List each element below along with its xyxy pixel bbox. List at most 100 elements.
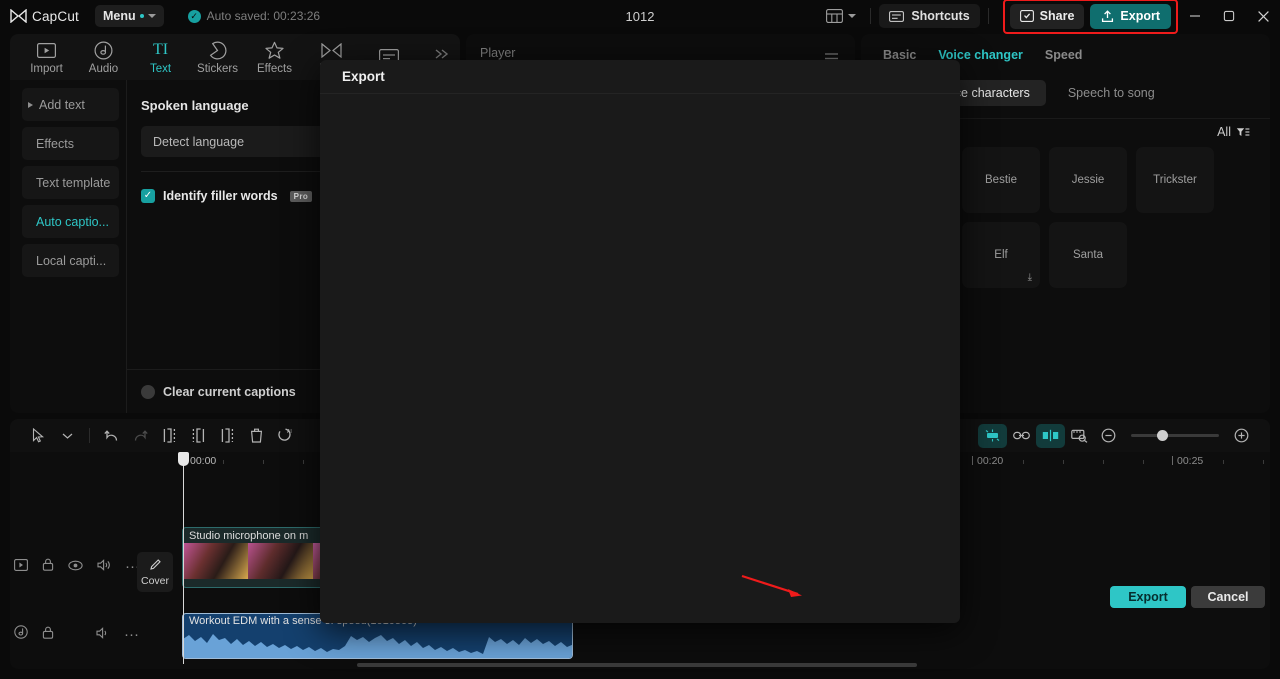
sidebar-item-label: Effects bbox=[36, 136, 74, 151]
tool-tab-label: Text bbox=[149, 62, 172, 75]
shortcuts-button[interactable]: Shortcuts bbox=[879, 4, 980, 28]
undo-icon[interactable] bbox=[97, 424, 126, 448]
volume-icon[interactable] bbox=[97, 558, 111, 576]
zoom-slider[interactable] bbox=[1131, 430, 1219, 441]
voice-card[interactable]: Santa bbox=[1049, 222, 1127, 288]
share-label: Share bbox=[1039, 9, 1075, 23]
export-label: Export bbox=[1120, 9, 1160, 23]
capcut-logo-icon bbox=[10, 8, 27, 24]
voice-label: Elf bbox=[994, 249, 1008, 261]
split-icon[interactable] bbox=[155, 424, 184, 448]
audio-track-icon[interactable] bbox=[14, 625, 28, 644]
titlebar-right-group: Shortcuts Share Export bbox=[820, 0, 1280, 34]
sidebar-item-local-captions[interactable]: Local capti... bbox=[22, 244, 119, 277]
sidebar-item-text-template[interactable]: Text template bbox=[22, 166, 119, 199]
divider bbox=[89, 428, 90, 443]
divider bbox=[987, 8, 989, 24]
filter-label: All bbox=[1217, 125, 1231, 139]
close-icon bbox=[1257, 10, 1269, 22]
triangle-right-icon bbox=[28, 101, 33, 108]
pro-badge: Pro bbox=[289, 190, 313, 202]
tab-speed[interactable]: Speed bbox=[1045, 48, 1083, 62]
tool-tab-label: Audio bbox=[88, 62, 119, 75]
pencil-icon bbox=[149, 558, 162, 574]
more-icon[interactable]: ··· bbox=[124, 627, 139, 642]
sidebar-item-label: Auto captio... bbox=[36, 214, 109, 229]
voice-card[interactable]: Elf ⤓ bbox=[962, 222, 1040, 288]
subtab-speech-to-song[interactable]: Speech to song bbox=[1052, 80, 1171, 106]
chevron-down-icon[interactable] bbox=[53, 424, 82, 448]
export-confirm-button[interactable]: Export bbox=[1110, 585, 1186, 608]
video-track-controls: ··· bbox=[14, 558, 140, 576]
zoom-slider-handle[interactable] bbox=[1157, 430, 1168, 441]
video-clip-label: Studio microphone on m bbox=[189, 530, 309, 542]
sidebar-item-auto-captions[interactable]: Auto captio... bbox=[22, 205, 119, 238]
lock-icon[interactable] bbox=[42, 626, 54, 644]
lock-icon[interactable] bbox=[42, 558, 54, 576]
timeline-horizontal-scrollbar[interactable] bbox=[357, 663, 917, 667]
redo-icon[interactable] bbox=[126, 424, 155, 448]
zoom-in-icon[interactable] bbox=[1227, 424, 1256, 448]
tool-tab-text[interactable]: TI Text bbox=[132, 40, 189, 75]
tool-tab-stickers[interactable]: Stickers bbox=[189, 40, 246, 75]
maximize-button[interactable] bbox=[1212, 0, 1246, 32]
voice-card[interactable]: Trickster bbox=[1136, 147, 1214, 213]
close-button[interactable] bbox=[1246, 0, 1280, 32]
brand-name: CapCut bbox=[32, 8, 79, 24]
minimize-button[interactable] bbox=[1178, 0, 1212, 32]
volume-icon[interactable] bbox=[96, 626, 110, 644]
tool-tab-import[interactable]: Import bbox=[18, 40, 75, 75]
video-track-icon[interactable] bbox=[14, 558, 28, 576]
zoom-out-icon[interactable] bbox=[1094, 424, 1123, 448]
menu-button[interactable]: Menu bbox=[94, 5, 164, 27]
cover-label: Cover bbox=[140, 574, 169, 587]
playhead-time: 00:00 bbox=[190, 455, 217, 467]
sidebar-item-label: Text template bbox=[36, 175, 111, 190]
effects-icon bbox=[265, 40, 284, 61]
playhead-handle[interactable] bbox=[178, 452, 189, 466]
share-button[interactable]: Share bbox=[1009, 3, 1085, 29]
divider bbox=[870, 8, 872, 24]
eye-icon[interactable] bbox=[68, 558, 83, 576]
voice-card[interactable]: Jessie bbox=[1049, 147, 1127, 213]
audio-track-controls: ··· bbox=[14, 625, 139, 644]
menu-label: Menu bbox=[102, 9, 136, 23]
share-export-highlight: Share Export bbox=[1002, 0, 1178, 34]
ruler-label: 00:20 bbox=[977, 455, 1004, 467]
filter-icon bbox=[1236, 127, 1250, 136]
title-bar: CapCut Menu ✓ Auto saved: 00:23:26 1012 … bbox=[0, 0, 1280, 34]
right-panel-tabs: Basic Voice changer Speed bbox=[861, 34, 1270, 62]
tool-tab-label: Effects bbox=[257, 62, 292, 75]
app-logo: CapCut bbox=[10, 8, 79, 24]
shortcuts-label: Shortcuts bbox=[911, 9, 970, 23]
select-arrow-icon[interactable] bbox=[24, 424, 53, 448]
voice-card[interactable]: Bestie bbox=[962, 147, 1040, 213]
layout-button[interactable] bbox=[820, 4, 862, 28]
sidebar-item-add-text[interactable]: Add text bbox=[22, 88, 119, 121]
voice-label: Trickster bbox=[1153, 174, 1197, 186]
auto-cut-icon[interactable]: AI bbox=[271, 424, 300, 448]
clear-captions-label: Clear current captions bbox=[163, 384, 296, 399]
magnet-icon[interactable] bbox=[978, 423, 1007, 448]
maximize-icon bbox=[1223, 10, 1235, 22]
trim-left-icon[interactable] bbox=[184, 424, 213, 448]
sidebar-item-effects[interactable]: Effects bbox=[22, 127, 119, 160]
cover-button[interactable]: Cover bbox=[137, 552, 173, 592]
link-icon[interactable] bbox=[1007, 424, 1036, 448]
export-button-titlebar[interactable]: Export bbox=[1090, 3, 1171, 29]
annotation-arrow bbox=[741, 574, 802, 597]
export-dialog: Export bbox=[320, 60, 960, 623]
sidebar-item-label: Add text bbox=[39, 97, 85, 112]
tool-tab-audio[interactable]: Audio bbox=[75, 40, 132, 75]
trim-right-icon[interactable] bbox=[213, 424, 242, 448]
tool-tab-effects[interactable]: Effects bbox=[246, 40, 303, 75]
chevron-down-icon bbox=[147, 14, 156, 18]
minimize-icon bbox=[1190, 15, 1200, 17]
download-icon[interactable]: ⤓ bbox=[1028, 272, 1032, 283]
transitions-icon bbox=[321, 40, 342, 61]
import-icon bbox=[37, 40, 56, 61]
delete-icon[interactable] bbox=[242, 424, 271, 448]
cancel-button[interactable]: Cancel bbox=[1191, 585, 1265, 608]
fit-icon[interactable] bbox=[1065, 424, 1094, 448]
adjust-icon[interactable] bbox=[1036, 423, 1065, 448]
